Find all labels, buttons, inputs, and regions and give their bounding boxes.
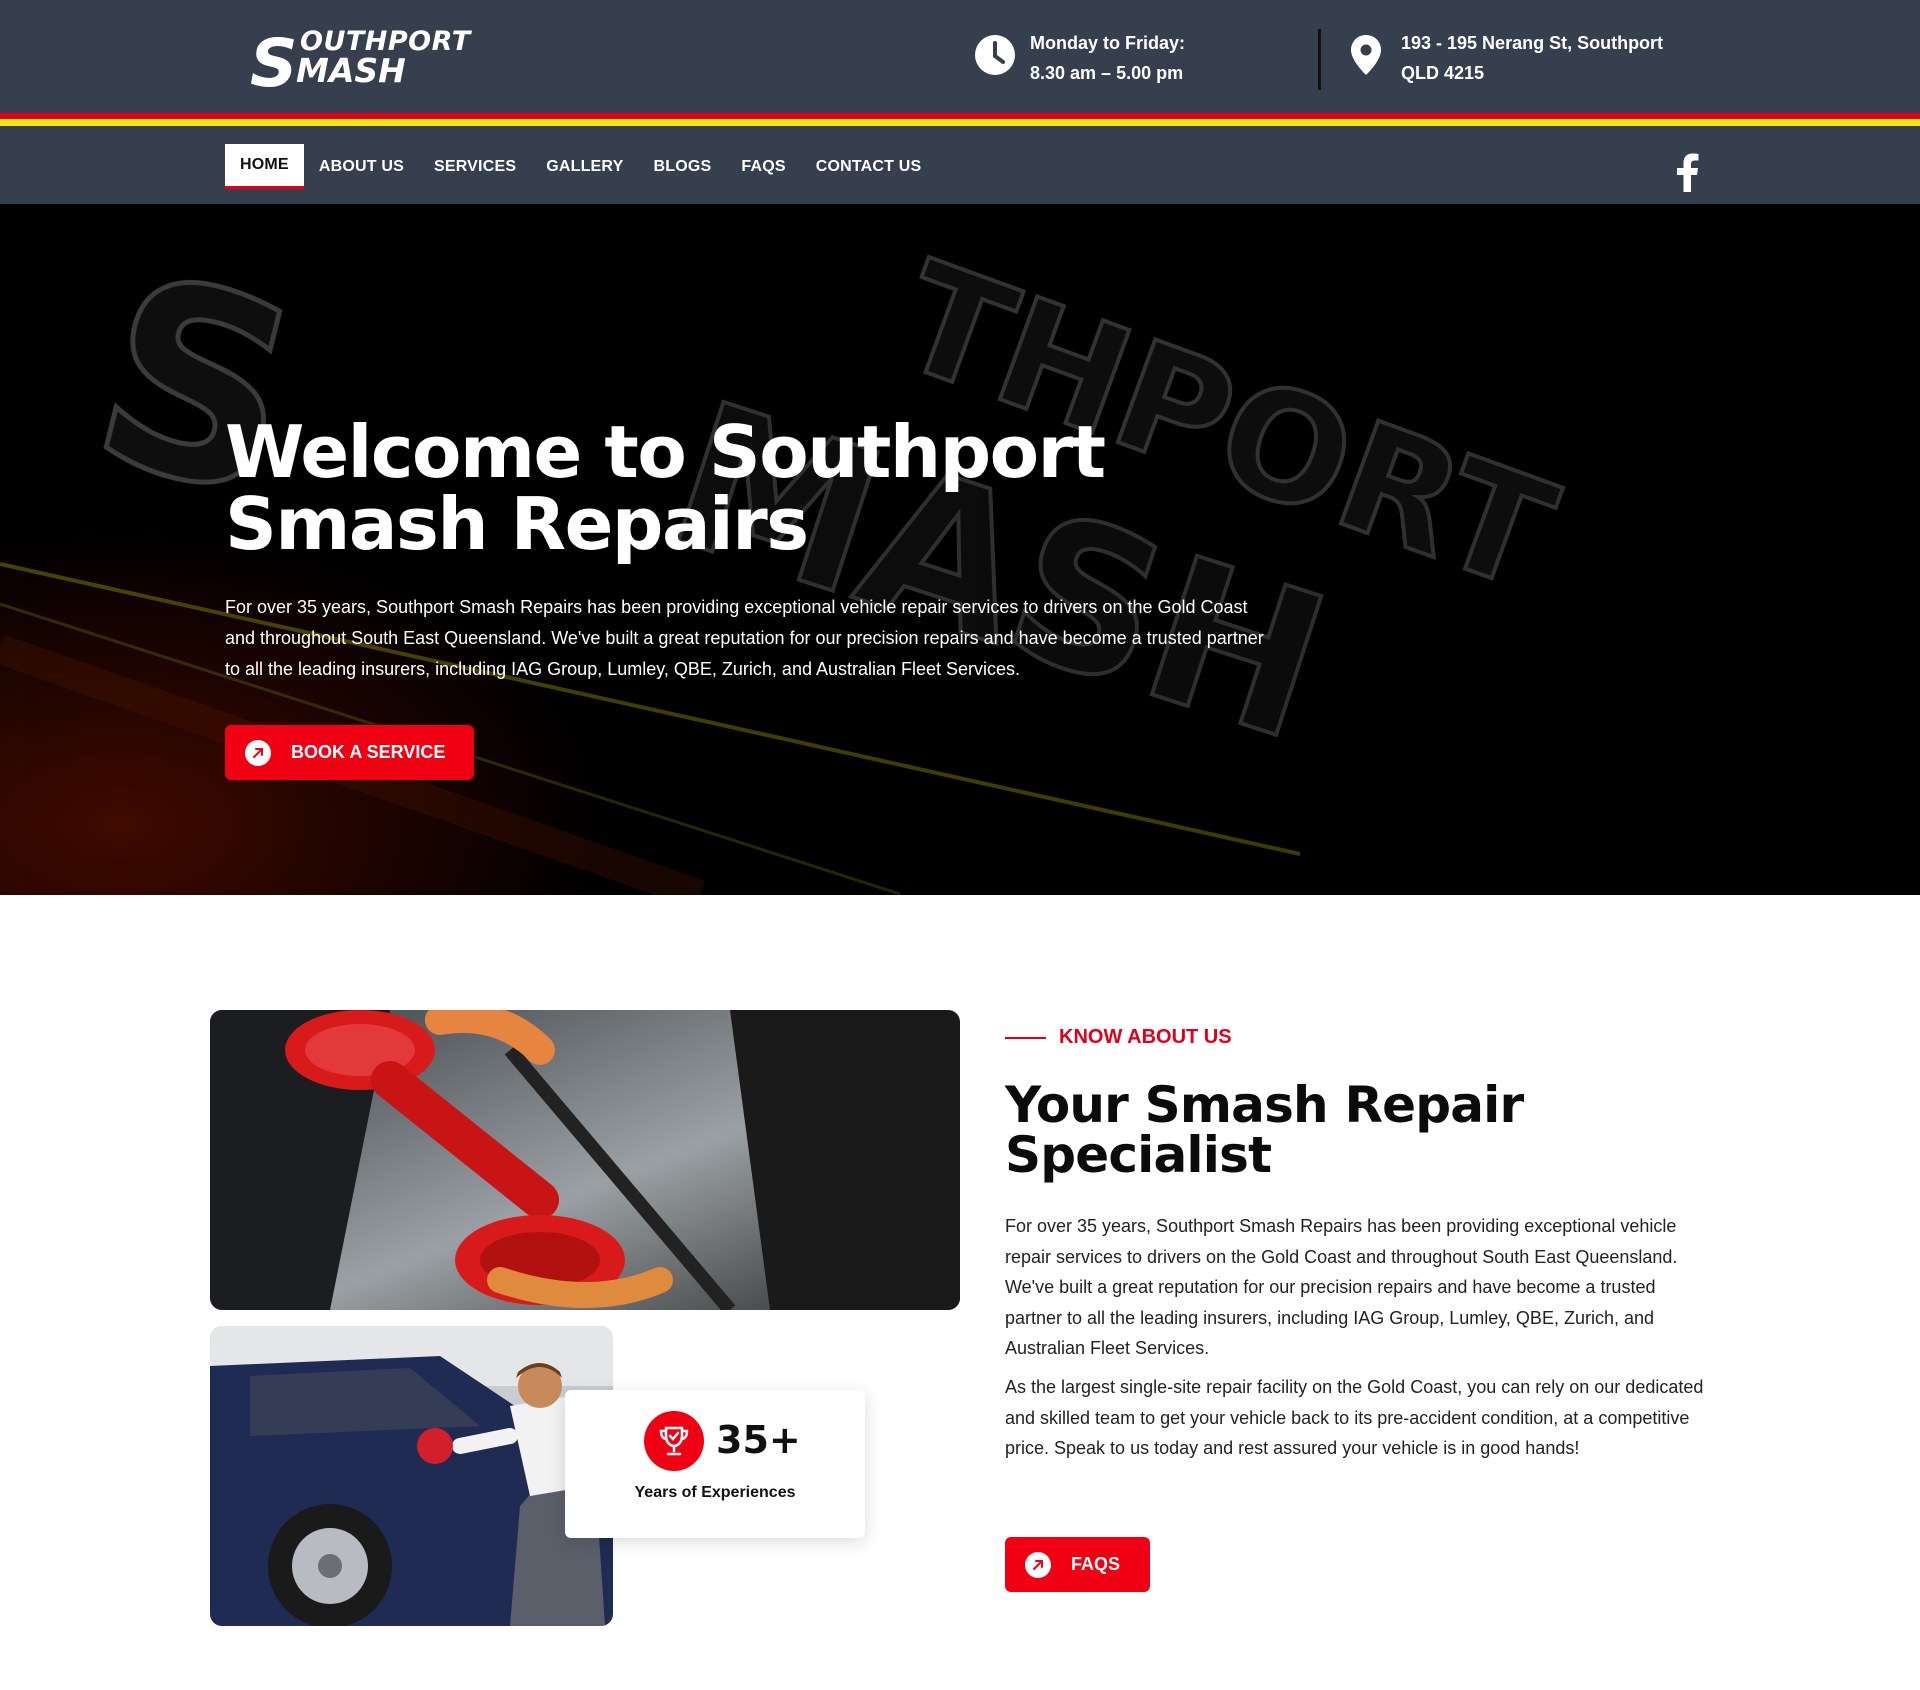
header-divider	[1318, 29, 1321, 90]
years-stat-number: 35+	[716, 1418, 801, 1462]
arrow-up-right-icon	[1025, 1551, 1051, 1578]
about-eyebrow: KNOW ABOUT US	[1005, 1026, 1232, 1049]
site-logo[interactable]: S OUTHPORT MASH	[248, 22, 508, 92]
faqs-label: FAQS	[1071, 1554, 1121, 1574]
experience-stat-card: 35+ Years of Experiences	[565, 1390, 865, 1538]
hero-section: S THPORT MASH Welcome to Southport Smash…	[0, 204, 1920, 895]
nav-item-services[interactable]: SERVICES	[419, 144, 531, 189]
opening-hours: Monday to Friday: 8.30 am – 5.00 pm	[974, 28, 1185, 88]
location-pin-icon	[1351, 35, 1381, 75]
address: 193 - 195 Nerang St, Southport QLD 4215	[1349, 28, 1663, 88]
years-stat-label: Years of Experiences	[634, 1484, 796, 1501]
book-a-service-button[interactable]: BOOK A SERVICE	[225, 725, 474, 780]
book-a-service-label: BOOK A SERVICE	[291, 742, 446, 762]
nav-item-blogs[interactable]: BLOGS	[638, 144, 726, 189]
car-polishing-image	[210, 1326, 613, 1626]
faqs-button[interactable]: FAQS	[1005, 1537, 1150, 1592]
about-paragraph-1: For over 35 years, Southport Smash Repai…	[1005, 1216, 1678, 1358]
arrow-up-right-icon	[245, 739, 271, 766]
hero-title: Welcome to Southport Smash Repairs	[225, 410, 1106, 566]
nav-item-contact-us[interactable]: CONTACT US	[801, 144, 937, 189]
main-navigation: HOME ABOUT US SERVICES GALLERY BLOGS FAQ…	[0, 126, 1920, 204]
address-state: QLD 4215	[1401, 63, 1485, 83]
nav-menu: HOME ABOUT US SERVICES GALLERY BLOGS FAQ…	[225, 144, 936, 189]
about-title: Your Smash Repair Specialist	[1005, 1076, 1524, 1184]
hero-description: For over 35 years, Southport Smash Repai…	[225, 597, 1264, 679]
nav-item-about-us[interactable]: ABOUT US	[304, 144, 419, 189]
top-header: S OUTHPORT MASH Monday to Friday: 8.30 a…	[0, 0, 1920, 113]
windscreen-repair-image	[210, 1010, 960, 1310]
nav-item-gallery[interactable]: GALLERY	[531, 144, 638, 189]
hours-days: Monday to Friday:	[1030, 33, 1186, 53]
trophy-icon	[644, 1411, 704, 1471]
logo-line2: MASH	[296, 51, 406, 90]
address-street: 193 - 195 Nerang St, Southport	[1401, 33, 1664, 53]
eyebrow-label: KNOW ABOUT US	[1059, 1026, 1232, 1048]
facebook-icon[interactable]	[1672, 152, 1702, 192]
clock-icon	[975, 35, 1015, 75]
header-stripe-yellow	[0, 119, 1920, 126]
nav-item-faqs[interactable]: FAQS	[726, 144, 800, 189]
nav-item-home[interactable]: HOME	[225, 144, 304, 189]
about-paragraph-2: As the largest single-site repair facili…	[1005, 1377, 1704, 1458]
eyebrow-line	[1005, 1036, 1046, 1039]
logo-letter: S	[250, 25, 298, 92]
logo-graphic: S OUTHPORT MASH	[250, 25, 472, 92]
hours-times: 8.30 am – 5.00 pm	[1030, 63, 1184, 83]
